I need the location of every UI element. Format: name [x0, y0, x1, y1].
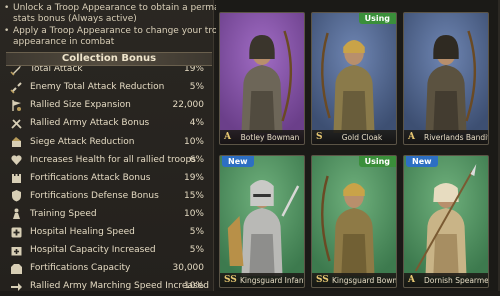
bonus-value: 19% — [183, 172, 204, 183]
bonus-row: Hospital Capacity Increased 5% — [0, 241, 212, 259]
troop-name-bar: SSKingsguard Infantry — [220, 273, 304, 287]
broken-sword-icon — [10, 81, 23, 94]
troop-name-bar: S Gold Cloak — [312, 130, 396, 144]
bonus-value: 6% — [189, 154, 204, 165]
bonus-name: Siege Attack Reduction — [30, 136, 135, 147]
bonus-name: Training Speed — [30, 208, 97, 219]
bonus-name: Increases Health for all rallied troops — [30, 154, 196, 165]
siege-icon — [10, 135, 23, 148]
bonus-row: Siege Attack Reduction 10% — [0, 132, 212, 150]
info-line-unlock-cont: stats bonus (Always active) — [13, 14, 137, 24]
hospital-capacity-icon — [10, 244, 23, 257]
troop-name: Botley Bowman — [240, 132, 300, 142]
collection-bonus-header: Collection Bonus — [6, 52, 212, 66]
using-badge: Using — [358, 156, 396, 167]
bonus-value: 10% — [183, 281, 204, 292]
bonus-name: Hospital Healing Speed — [30, 227, 135, 238]
bonus-row: Fortifications Attack Bonus 19% — [0, 169, 212, 187]
troop-name: Gold Cloak — [341, 132, 383, 142]
bonus-name: Rallied Size Expansion — [30, 100, 131, 111]
training-icon — [10, 207, 23, 220]
info-line-apply: • Apply a Troop Appearance to change your… — [4, 26, 236, 36]
rarity-grade: SS — [316, 275, 329, 285]
bonus-name: Enemy Total Attack Reduction — [30, 82, 165, 93]
troop-card[interactable]: Using SSKingsguard Bowmen — [311, 155, 397, 288]
new-badge: New — [222, 156, 254, 167]
troop-name-bar: A Riverlands Bandit — [404, 130, 488, 144]
new-badge: New — [406, 156, 438, 167]
bonus-value: 5% — [189, 245, 204, 256]
fort-attack-icon — [10, 171, 23, 184]
bonus-row: Increases Health for all rallied troops 6… — [0, 151, 212, 169]
fort-capacity-icon — [10, 262, 23, 275]
troop-card[interactable]: New SSKingsguard Infantry — [219, 155, 305, 288]
rarity-grade: SS — [224, 275, 237, 285]
troop-card[interactable]: A Botley Bowman — [219, 12, 305, 145]
bonus-row: Fortifications Capacity 30,000 — [0, 259, 212, 277]
bonus-value: 30,000 — [172, 263, 205, 274]
troop-card[interactable]: New A Dornish Spearmen — [403, 155, 489, 288]
troop-name-bar: A Dornish Spearmen — [404, 273, 488, 287]
rally-sword-icon — [10, 117, 23, 130]
rarity-grade: A — [224, 132, 231, 142]
bonus-value: 22,000 — [172, 100, 205, 111]
rarity-grade: S — [316, 132, 323, 142]
rarity-grade: A — [408, 275, 415, 285]
bonus-row: Rallied Size Expansion 22,000 — [0, 96, 212, 114]
info-line-unlock: • Unlock a Troop Appearance to obtain a p… — [4, 3, 241, 13]
troop-card[interactable]: Using S Gold Cloak — [311, 12, 397, 145]
bonus-row: Fortifications Defense Bonus 15% — [0, 187, 212, 205]
bonus-name: Hospital Capacity Increased — [30, 245, 156, 256]
bonus-row: Rallied Army Attack Bonus 4% — [0, 114, 212, 132]
troop-name: Kingsguard Infantry — [240, 275, 304, 285]
troop-name: Kingsguard Bowmen — [332, 275, 396, 285]
heart-shield-icon — [10, 153, 23, 166]
bonus-name: Rallied Army Attack Bonus — [30, 118, 150, 129]
troop-name-bar: A Botley Bowman — [220, 130, 304, 144]
using-badge: Using — [358, 13, 396, 24]
collection-bonus-panel: • Unlock a Troop Appearance to obtain a p… — [0, 0, 240, 291]
bonus-name: Fortifications Attack Bonus — [30, 172, 151, 183]
bonus-name: Fortifications Defense Bonus — [30, 190, 159, 201]
hospital-icon — [10, 226, 23, 239]
bonus-row: Rallied Army Marching Speed Increased 10% — [0, 277, 212, 295]
troop-appearance-grid[interactable]: A Botley Bowman Using S Gold Cloak A Riverland… — [216, 0, 500, 291]
bonus-value: 5% — [189, 82, 204, 93]
bonus-row: Training Speed 10% — [0, 205, 212, 223]
rarity-grade: A — [408, 132, 415, 142]
troop-name-bar: SSKingsguard Bowmen — [312, 273, 396, 287]
bonus-value: 10% — [183, 136, 204, 147]
bonus-value: 5% — [189, 227, 204, 238]
bonus-row: Enemy Total Attack Reduction 5% — [0, 78, 212, 96]
rally-flag-icon — [10, 99, 23, 112]
bonus-name: Rallied Army Marching Speed Increased — [30, 281, 209, 292]
bonus-name: Fortifications Capacity — [30, 263, 131, 274]
troop-name: Dornish Spearmen — [424, 275, 489, 285]
bonus-row: Hospital Healing Speed 5% — [0, 223, 212, 241]
bonus-value: 4% — [189, 118, 204, 129]
fort-defense-icon — [10, 189, 23, 202]
troop-card[interactable]: A Riverlands Bandit — [403, 12, 489, 145]
troop-name: Riverlands Bandit — [424, 132, 489, 142]
bonus-value: 10% — [183, 208, 204, 219]
bonus-value: 15% — [183, 190, 204, 201]
info-line-apply-cont: appearance in combat — [13, 37, 115, 47]
